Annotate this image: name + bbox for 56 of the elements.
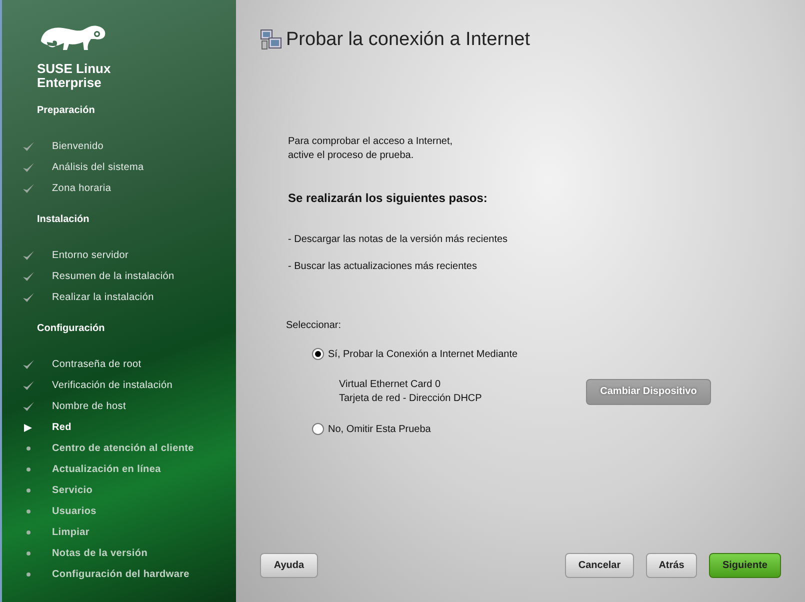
bullet-icon — [26, 467, 30, 472]
step-label: Configuración del hardware — [52, 568, 190, 582]
footer-button[interactable]: Siguiente — [709, 553, 781, 578]
radio-button[interactable] — [312, 423, 324, 435]
step-label: Resumen de la instalación — [52, 270, 174, 284]
device-name: Virtual Ethernet Card 0 — [339, 378, 442, 392]
step-label: Limpiar — [52, 526, 90, 540]
step-label: Contraseña de root — [52, 358, 142, 372]
step-label: Actualización en línea — [52, 463, 161, 477]
select-label: Seleccionar: — [286, 318, 342, 332]
checkmark-icon — [22, 292, 34, 303]
step-label: Realizar la instalación — [52, 291, 154, 305]
checkmark-icon — [22, 401, 34, 412]
step-label: Centro de atención al cliente — [52, 442, 194, 456]
product-name: SUSE Linux — [37, 62, 112, 76]
step-label: Entorno servidor — [52, 249, 129, 263]
step-text: - Descargar las notas de la versión más recientes — [288, 232, 509, 246]
intro-text: Para comprobar el acceso a Internet, active el proceso de prueba. — [288, 134, 454, 162]
checkmark-icon — [22, 162, 34, 173]
checkmark-icon — [22, 380, 34, 391]
bullet-icon — [26, 551, 30, 556]
checkmark-icon — [22, 359, 34, 370]
bullet-icon — [26, 488, 30, 493]
page-title: Probar la conexión a Internet — [286, 28, 530, 52]
checkmark-icon — [22, 183, 34, 194]
step-label: Servicio — [52, 484, 93, 498]
step-label: Red — [52, 421, 72, 435]
checkmark-icon — [22, 141, 34, 152]
step-label: Análisis del sistema — [52, 161, 144, 175]
product-name-line: Enterprise — [37, 76, 102, 90]
step-label: Bienvenido — [52, 140, 104, 154]
bullet-icon — [26, 509, 30, 514]
bullet-icon — [26, 446, 30, 451]
device-detail: Tarjeta de red - Dirección DHCP — [339, 392, 483, 406]
radio-button[interactable] — [312, 348, 324, 360]
section-heading: Preparación — [37, 104, 96, 118]
footer-button[interactable]: Atrás — [646, 553, 697, 578]
step-label: Usuarios — [52, 505, 96, 519]
bullet-icon — [26, 572, 30, 577]
section-heading: Configuración — [37, 322, 106, 336]
checkmark-icon — [22, 271, 34, 282]
network-computers-icon — [260, 29, 282, 52]
step-label: Nombre de host — [52, 400, 126, 414]
step-label: Notas de la versión — [52, 547, 148, 561]
play-arrow-icon — [23, 422, 33, 432]
bullet-icon — [26, 530, 30, 535]
option-label: Sí, Probar la Conexión a Internet Mediante — [328, 348, 518, 362]
section-heading: Instalación — [37, 213, 90, 227]
footer-button[interactable]: Ayuda — [260, 553, 318, 578]
steps-heading: Se realizarán los siguientes pasos: — [288, 190, 488, 206]
step-text: - Buscar las actualizaciones más recientes — [288, 260, 478, 274]
checkmark-icon — [22, 250, 34, 261]
option-label: No, Omitir Esta Prueba — [328, 422, 431, 436]
step-label: Verificación de instalación — [52, 379, 172, 393]
step-label: Zona horaria — [52, 182, 112, 196]
footer-button[interactable]: Cancelar — [565, 553, 634, 578]
